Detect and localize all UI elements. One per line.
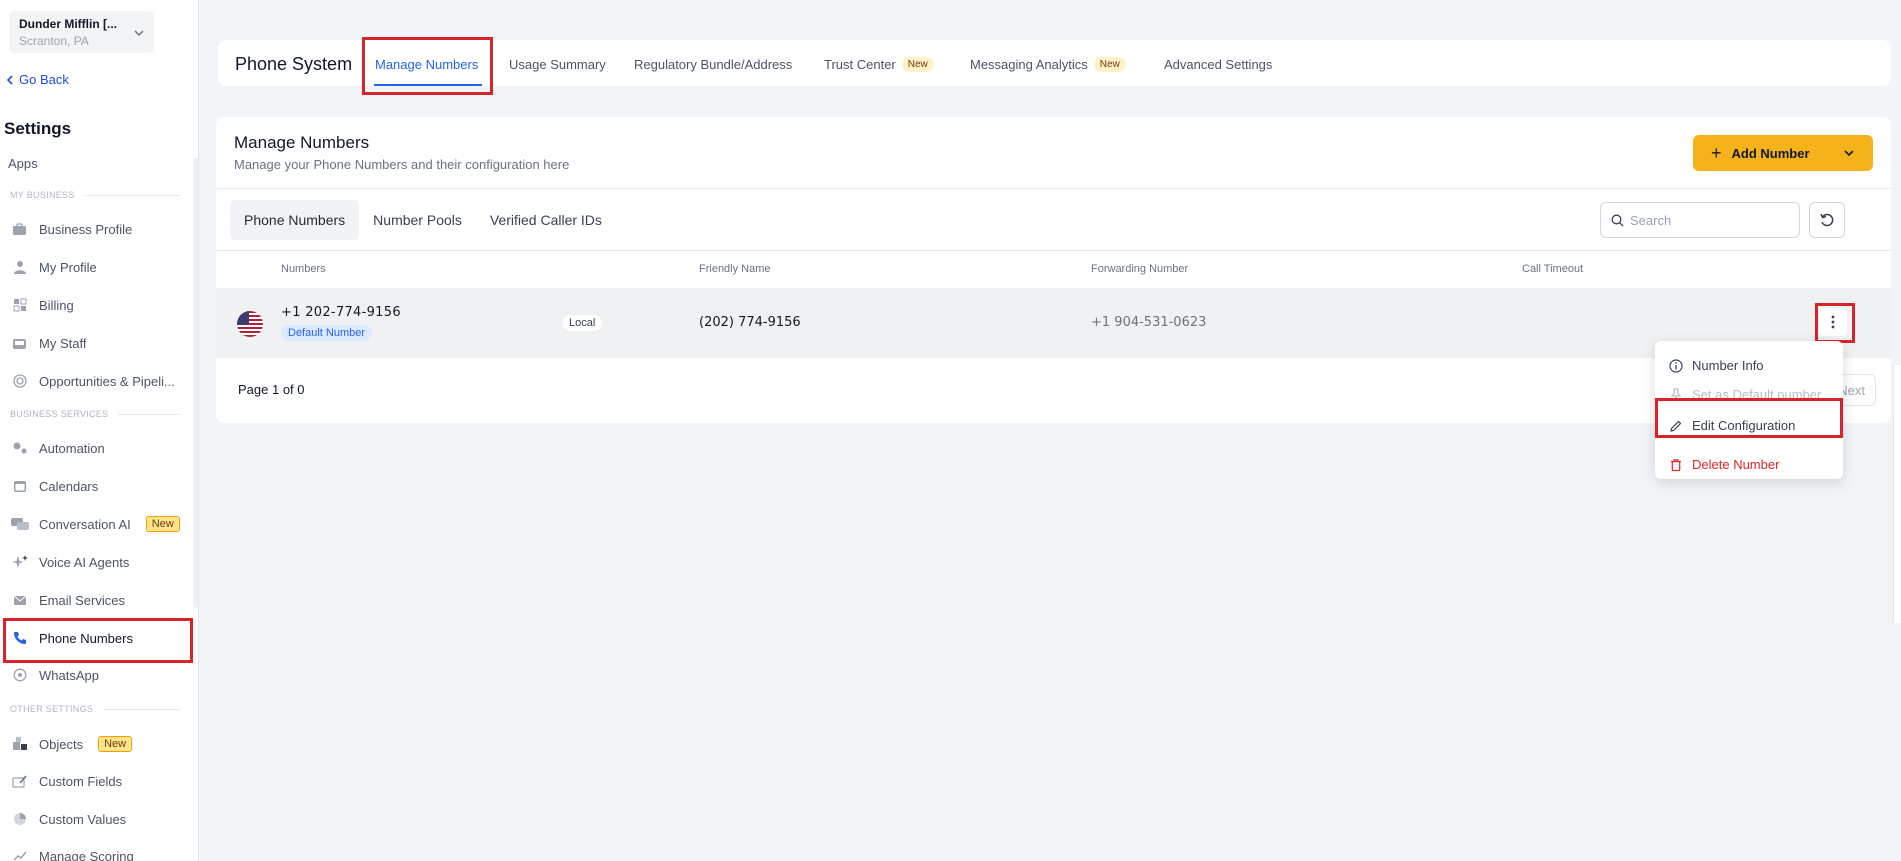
sidebar-item-voice-ai-agents[interactable]: Voice AI Agents [10, 550, 190, 574]
phone-number: +1 202-774-9156 [281, 305, 401, 320]
plus-icon: + [1711, 142, 1722, 163]
card-title: Manage Numbers [234, 133, 370, 152]
search-icon [1611, 214, 1624, 226]
forwarding-number: +1 904-531-0623 [1091, 315, 1207, 330]
sidebar-item-my-profile[interactable]: My Profile [10, 255, 190, 279]
side-panel-edge [1893, 365, 1901, 623]
highlight-row-actions [1815, 303, 1855, 343]
subtabs: Phone Numbers Number Pools Verified Call… [230, 200, 616, 240]
table-row[interactable]: +1 202-774-9156 Default Number Local (20… [216, 288, 1891, 358]
sidebar: Dunder Mifflin [... Scranton, PA Go Back… [0, 0, 199, 861]
sidebar-item-opportunities[interactable]: Opportunities & Pipeli... [10, 369, 190, 393]
column-header: Call Timeout [1522, 263, 1584, 275]
sidebar-item-apps[interactable]: Apps [8, 156, 38, 171]
column-header: Numbers [281, 263, 326, 275]
whatsapp-icon [10, 667, 29, 683]
new-badge: New [145, 516, 180, 532]
sidebar-scrollbar[interactable] [193, 158, 198, 608]
friendly-name: (202) 774-9156 [699, 315, 801, 330]
search-input[interactable] [1630, 212, 1780, 228]
go-back-link[interactable]: Go Back [5, 72, 69, 87]
trash-icon [1671, 458, 1681, 471]
us-flag-icon [237, 311, 263, 337]
tab-usage-summary[interactable]: Usage Summary [509, 57, 606, 72]
sidebar-item-email-services[interactable]: Email Services [10, 588, 190, 612]
location-switcher[interactable]: Dunder Mifflin [... Scranton, PA [9, 11, 154, 53]
subtab-phone-numbers[interactable]: Phone Numbers [230, 200, 360, 240]
edit-field-icon [10, 773, 29, 789]
chevron-down-icon [1844, 150, 1854, 157]
chevron-down-icon [134, 30, 144, 37]
trend-icon [10, 848, 29, 861]
sidebar-item-custom-fields[interactable]: Custom Fields [10, 769, 190, 793]
sidebar-item-calendars[interactable]: Calendars [10, 474, 190, 498]
tab-regulatory-bundle[interactable]: Regulatory Bundle/Address [634, 57, 792, 72]
objects-icon [10, 736, 29, 752]
manage-numbers-card: Manage Numbers Manage your Phone Numbers… [216, 117, 1891, 423]
default-number-badge: Default Number [281, 325, 373, 341]
sidebar-item-conversation-ai[interactable]: Conversation AI New [10, 512, 190, 536]
card-subtitle: Manage your Phone Numbers and their conf… [234, 157, 570, 172]
sidebar-item-automation[interactable]: Automation [10, 436, 190, 460]
section-label-other-settings: OTHER SETTINGS [10, 704, 180, 714]
sidebar-item-billing[interactable]: Billing [10, 293, 190, 317]
target-icon [10, 373, 29, 389]
location-city: Scranton, PA [19, 34, 89, 48]
calendar-icon [10, 478, 29, 494]
column-header: Friendly Name [699, 263, 771, 275]
briefcase-icon [10, 221, 29, 237]
refresh-button[interactable] [1809, 202, 1845, 238]
subtab-number-pools[interactable]: Number Pools [359, 200, 476, 240]
table-header: Numbers Friendly Name Forwarding Number … [216, 250, 1891, 288]
sidebar-item-custom-values[interactable]: Custom Values [10, 807, 190, 831]
search-box[interactable] [1600, 202, 1800, 238]
section-label-business-services: BUSINESS SERVICES [10, 409, 180, 419]
refresh-icon [1820, 213, 1834, 227]
chat-icon [10, 516, 29, 532]
sidebar-item-my-staff[interactable]: My Staff [10, 331, 190, 355]
go-back-label: Go Back [19, 72, 69, 87]
new-badge: New [1093, 57, 1126, 72]
new-badge: New [901, 57, 934, 72]
user-icon [10, 259, 29, 275]
tab-messaging-analytics[interactable]: Messaging Analytics New [970, 57, 1126, 72]
sidebar-item-manage-scoring[interactable]: Manage Scoring [10, 844, 190, 861]
pie-icon [10, 811, 29, 827]
page-title: Phone System [235, 54, 353, 74]
add-number-button[interactable]: + Add Number [1693, 135, 1873, 171]
sidebar-item-objects[interactable]: Objects New [10, 732, 190, 756]
sidebar-item-whatsapp[interactable]: WhatsApp [10, 663, 190, 687]
billing-icon [10, 297, 29, 313]
envelope-icon [10, 592, 29, 608]
menu-item-number-info[interactable]: Number Info [1669, 358, 1764, 373]
highlight-edit-configuration [1655, 398, 1843, 438]
highlight-manage-numbers-tab [362, 37, 493, 95]
divider [216, 188, 1891, 189]
section-label-my-business: MY BUSINESS [10, 190, 180, 200]
staff-icon [10, 335, 29, 351]
pagination-label: Page 1 of 0 [238, 382, 305, 397]
number-type-badge: Local [562, 315, 603, 331]
location-name: Dunder Mifflin [... [19, 17, 117, 31]
chevron-left-icon [6, 74, 13, 85]
sparkle-icon [10, 554, 29, 570]
column-header: Forwarding Number [1091, 263, 1189, 275]
tab-advanced-settings[interactable]: Advanced Settings [1164, 57, 1272, 72]
new-badge: New [98, 736, 133, 752]
gears-icon [10, 440, 29, 456]
tab-trust-center[interactable]: Trust Center New [824, 57, 934, 72]
menu-item-delete-number[interactable]: Delete Number [1669, 457, 1779, 472]
subtab-verified-caller-ids[interactable]: Verified Caller IDs [476, 200, 616, 240]
info-icon [1669, 358, 1683, 373]
highlight-phone-numbers [3, 618, 193, 663]
sidebar-item-business-profile[interactable]: Business Profile [10, 217, 190, 241]
settings-title: Settings [4, 119, 72, 138]
